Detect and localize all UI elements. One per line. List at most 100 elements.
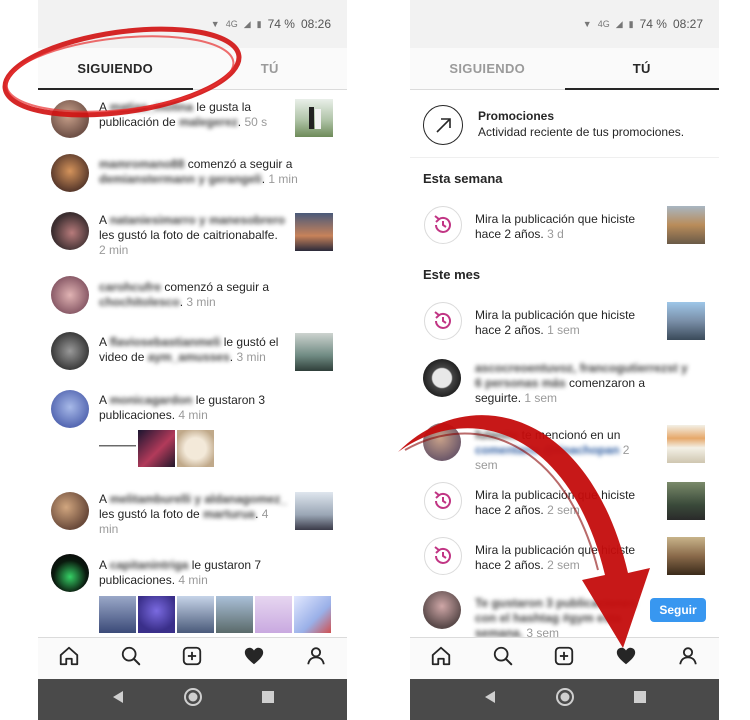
activity-text: mamromano88 comenzó a seguir a demianste…: [99, 157, 298, 186]
follow-button[interactable]: Seguir: [650, 598, 706, 622]
section-this-week: Esta semana: [423, 171, 503, 186]
activity-text: A nataniesimarro y manesobrero les gustó…: [99, 213, 286, 257]
post-thumbnail[interactable]: [295, 99, 333, 137]
home-icon[interactable]: [58, 645, 80, 672]
clock: 08:27: [672, 17, 703, 31]
add-icon[interactable]: [553, 645, 575, 672]
search-icon[interactable]: [120, 645, 142, 672]
post-thumbnail[interactable]: [294, 596, 331, 633]
recents-icon[interactable]: [261, 690, 275, 709]
list-item[interactable]: Mira la publicación que hiciste hace 2 a…: [410, 299, 719, 347]
activity-text: Mira la publicación que hiciste hace 2 a…: [475, 543, 636, 572]
post-thumbnail[interactable]: [295, 333, 333, 371]
list-item[interactable]: A matias_molina le gusta la publicación …: [38, 94, 347, 146]
tab-you[interactable]: TÚ: [193, 48, 348, 89]
search-icon[interactable]: [492, 645, 514, 672]
android-nav-bar: [410, 679, 719, 720]
android-nav-bar: [38, 679, 347, 720]
avatar[interactable]: [423, 359, 461, 397]
avatar[interactable]: [423, 591, 461, 629]
post-thumbnail[interactable]: [255, 596, 292, 633]
list-item[interactable]: fulanito te mencionó en un comentario @r…: [410, 423, 719, 472]
post-thumbnail[interactable]: [667, 302, 705, 340]
clock: 08:26: [300, 17, 331, 31]
following-feed: A matias_molina le gusta la publicación …: [38, 90, 347, 637]
tab-following[interactable]: SIGUIENDO: [410, 48, 565, 89]
list-item[interactable]: A melitamburelli y aldanagomez_ les gust…: [38, 486, 347, 544]
battery-percent: 74 %: [639, 17, 667, 31]
battery-percent: 74 %: [267, 17, 295, 31]
list-item[interactable]: A capitanintriga le gustaron 7 publicaci…: [38, 552, 347, 637]
activity-text: A capitanintriga le gustaron 7 publicaci…: [99, 558, 262, 587]
avatar[interactable]: [51, 390, 89, 428]
network-label: 4G: [225, 19, 238, 29]
avatar[interactable]: [51, 212, 89, 250]
post-thumbnail[interactable]: [177, 596, 214, 633]
post-thumbnail[interactable]: [667, 482, 705, 520]
post-thumbnail[interactable]: [138, 430, 175, 467]
post-thumbnail[interactable]: [177, 430, 214, 467]
list-item[interactable]: Te gustaron 3 publicaciones con el hasht…: [410, 588, 719, 640]
activity-text: carohcufre comenzó a seguir a chochitole…: [99, 280, 270, 309]
post-thumbnail[interactable]: [216, 596, 253, 633]
promotions-row[interactable]: Promociones Actividad reciente de tus pr…: [410, 90, 719, 158]
post-thumbnail[interactable]: [295, 492, 333, 530]
list-item[interactable]: Mira la publicación que hiciste hace 2 a…: [410, 479, 719, 527]
tab-you[interactable]: TÚ: [564, 48, 720, 90]
profile-icon[interactable]: [305, 645, 327, 672]
avatar[interactable]: [51, 154, 89, 192]
wifi-icon: ▼: [210, 19, 220, 29]
avatar[interactable]: [51, 554, 89, 592]
activity-text: A melitamburelli y aldanagomez_ les gust…: [99, 492, 288, 536]
avatar[interactable]: [51, 332, 89, 370]
post-thumbnail[interactable]: [99, 430, 136, 467]
list-item[interactable]: ascocreoentuvoz, francogutierrezst y 6 p…: [410, 357, 719, 409]
list-item[interactable]: mamromano88 comenzó a seguir a demianste…: [38, 152, 347, 206]
post-thumbnail[interactable]: [667, 206, 705, 244]
memories-icon: [424, 482, 462, 520]
back-icon[interactable]: [483, 690, 497, 709]
back-icon[interactable]: [111, 690, 125, 709]
activity-tabs: SIGUIENDO TÚ: [38, 48, 347, 90]
list-item[interactable]: A flaviosebastianmeli le gustó el video …: [38, 330, 347, 384]
post-thumbnail[interactable]: [138, 596, 175, 633]
activity-text: A monicagardon le gustaron 3 publicacion…: [99, 393, 266, 422]
signal-icon: ◢: [615, 18, 623, 29]
list-item[interactable]: carohcufre comenzó a seguir a chochitole…: [38, 274, 347, 324]
profile-icon[interactable]: [677, 645, 699, 672]
avatar[interactable]: [51, 100, 89, 138]
battery-icon: ▮: [628, 18, 634, 29]
avatar[interactable]: [51, 276, 89, 314]
signal-icon: ◢: [243, 18, 251, 29]
list-item[interactable]: Mira la publicación que hiciste hace 2 a…: [410, 534, 719, 582]
tab-following[interactable]: SIGUIENDO: [38, 48, 193, 90]
post-thumbnail[interactable]: [295, 213, 333, 251]
memories-icon: [424, 537, 462, 575]
post-thumbnail[interactable]: [99, 596, 136, 633]
home-button-icon[interactable]: [183, 687, 203, 712]
status-bar: ▼ 4G ◢ ▮ 74 % 08:26: [38, 0, 347, 48]
bottom-nav: [38, 637, 347, 679]
heart-icon[interactable]: [615, 645, 637, 672]
list-item[interactable]: Mira la publicación que hiciste hace 2 a…: [410, 203, 719, 251]
activity-text: A flaviosebastianmeli le gustó el video …: [99, 335, 279, 364]
memories-icon: [424, 302, 462, 340]
list-item[interactable]: A monicagardon le gustaron 3 publicacion…: [38, 388, 347, 478]
add-icon[interactable]: [181, 645, 203, 672]
activity-text: ascocreoentuvoz, francogutierrezst y 6 p…: [475, 361, 688, 405]
heart-icon[interactable]: [243, 645, 265, 672]
avatar[interactable]: [423, 423, 461, 461]
activity-tabs: SIGUIENDO TÚ: [410, 48, 719, 90]
battery-icon: ▮: [256, 18, 262, 29]
home-button-icon[interactable]: [555, 687, 575, 712]
post-thumbnail[interactable]: [667, 537, 705, 575]
recents-icon[interactable]: [633, 690, 647, 709]
activity-text: Te gustaron 3 publicaciones con el hasht…: [475, 596, 637, 640]
avatar[interactable]: [51, 492, 89, 530]
wifi-icon: ▼: [582, 19, 592, 29]
right-phone-screen: ▼ 4G ◢ ▮ 74 % 08:27 SIGUIENDO TÚ Promoci…: [410, 0, 719, 720]
post-thumbnail[interactable]: [667, 425, 705, 463]
list-item[interactable]: A nataniesimarro y manesobrero les gustó…: [38, 210, 347, 272]
memories-icon: [424, 206, 462, 244]
home-icon[interactable]: [430, 645, 452, 672]
